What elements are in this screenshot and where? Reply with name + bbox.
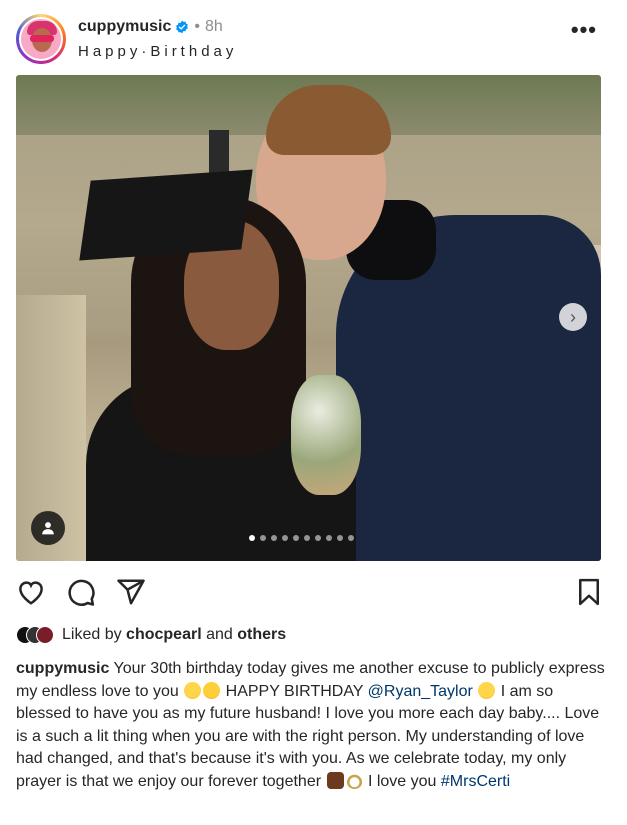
ring-emoji-icon: [345, 771, 363, 789]
hashtag-link[interactable]: #MrsCerti: [441, 773, 510, 790]
carousel-dot: [293, 535, 299, 541]
carousel-dot: [304, 535, 310, 541]
username-row: cuppymusic • 8h: [78, 18, 223, 36]
carousel-dot: [260, 535, 266, 541]
carousel-indicator: [249, 535, 354, 541]
header-separator: •: [194, 18, 200, 35]
rofl-emoji-icon: [203, 681, 221, 699]
avatar-sunglasses: [30, 35, 54, 42]
liked-by-avatars[interactable]: [16, 626, 58, 644]
grinning-emoji-icon: [184, 681, 202, 699]
bookmark-icon[interactable]: [574, 577, 604, 607]
post-caption: cuppymusic Your 30th birthday today give…: [16, 658, 606, 793]
liked-by-others-link[interactable]: others: [237, 626, 286, 644]
caption-username-link[interactable]: cuppymusic: [16, 660, 109, 677]
bouquet: [291, 375, 361, 495]
verified-badge-icon: [176, 20, 189, 34]
caption-text: I love you: [367, 772, 437, 790]
liker-avatar: [36, 626, 54, 644]
liked-by-prefix: Liked by: [62, 626, 122, 643]
post-media-carousel[interactable]: ›: [16, 75, 601, 561]
next-slide-button[interactable]: ›: [559, 303, 587, 331]
carousel-dot: [326, 535, 332, 541]
carousel-dot: [249, 535, 255, 541]
caption-text: HAPPY BIRTHDAY: [225, 682, 364, 700]
likes-summary: Liked by chocpearl and others: [16, 626, 286, 644]
raised-hands-emoji-icon: [326, 771, 344, 789]
liked-by-user-link[interactable]: chocpearl: [126, 626, 202, 644]
post-actions: [16, 577, 604, 609]
user-icon: [42, 522, 54, 535]
audio-label[interactable]: Happy·Birthday: [78, 43, 237, 60]
carousel-dot: [348, 535, 354, 541]
more-options-button[interactable]: •••: [571, 19, 597, 41]
profile-avatar[interactable]: [16, 14, 66, 64]
graduation-cap: [79, 169, 253, 261]
comment-icon[interactable]: [66, 577, 96, 607]
share-icon[interactable]: [116, 577, 146, 607]
post-header: cuppymusic • 8h Happy·Birthday •••: [16, 13, 611, 65]
carousel-dot: [282, 535, 288, 541]
carousel-dot: [337, 535, 343, 541]
avatar-image: [19, 17, 63, 61]
username-link[interactable]: cuppymusic: [78, 18, 171, 36]
carousel-dot: [271, 535, 277, 541]
partying-face-emoji-icon: [478, 681, 496, 699]
man-hair: [266, 85, 391, 155]
post-time[interactable]: 8h: [205, 18, 223, 36]
heart-icon[interactable]: [16, 577, 46, 607]
chevron-right-icon: ›: [570, 306, 576, 327]
tagged-people-button[interactable]: [31, 511, 65, 545]
carousel-dot: [315, 535, 321, 541]
liked-by-conjunction: and: [206, 626, 233, 643]
mention-link[interactable]: @Ryan_Taylor: [368, 683, 473, 700]
